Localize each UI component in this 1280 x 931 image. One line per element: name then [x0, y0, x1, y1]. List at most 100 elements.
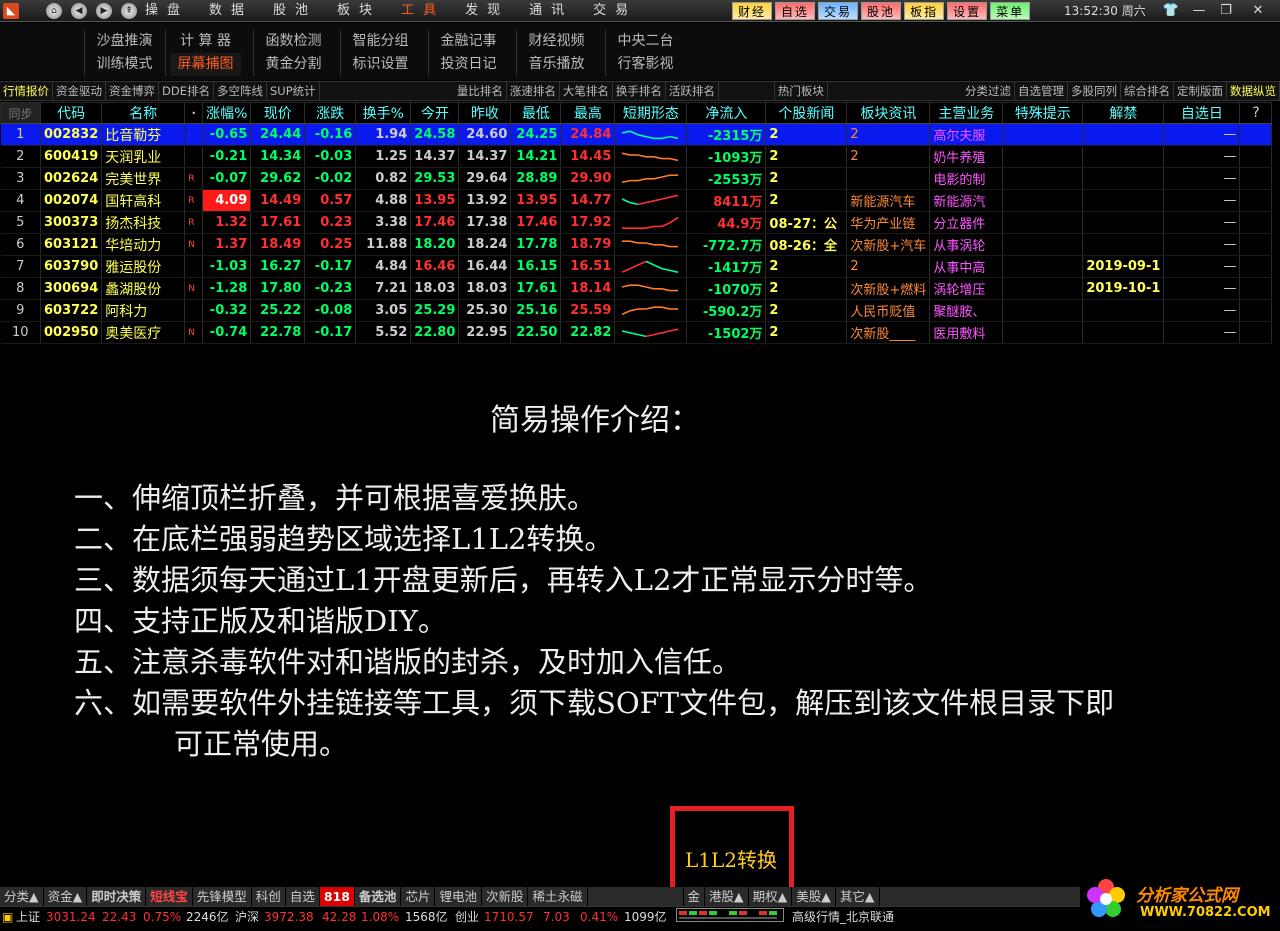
- column-header[interactable]: 换手%: [355, 102, 412, 124]
- column-header[interactable]: 涨幅%: [202, 102, 252, 124]
- bottom-tab[interactable]: 备选池: [355, 887, 402, 906]
- l1l2-switch-label[interactable]: L1L2转换: [685, 844, 777, 873]
- bottom-tab[interactable]: 即时决策: [87, 887, 147, 906]
- bottom-tab[interactable]: 次新股: [482, 887, 529, 906]
- sh-label[interactable]: 上证: [16, 909, 40, 925]
- strength-trend-bar[interactable]: [676, 908, 784, 922]
- menu-item-2[interactable]: 股池: [273, 0, 317, 22]
- bottom-tab[interactable]: 港股▲: [705, 887, 749, 906]
- column-header[interactable]: 最低: [510, 102, 562, 124]
- tab-mid-4[interactable]: 活跃排名: [666, 82, 719, 100]
- tab-mid-0[interactable]: 量比排名: [454, 82, 507, 100]
- column-header[interactable]: 名称: [101, 102, 186, 124]
- tab-left-5[interactable]: SUP统计: [267, 82, 320, 100]
- quick-button-4[interactable]: 板指: [904, 2, 945, 20]
- column-header[interactable]: 个股新闻: [765, 102, 848, 124]
- tool-item[interactable]: 黄金分割: [254, 53, 333, 76]
- sz-label[interactable]: 沪深: [235, 909, 259, 925]
- menu-item-3[interactable]: 板块: [337, 0, 381, 22]
- bottom-tab[interactable]: 金: [684, 887, 706, 906]
- table-row[interactable]: 4 002074 国轩高科 R 4.09 14.49 0.57 4.88 13.95 13.92 1…: [0, 189, 1273, 212]
- tab-right-3[interactable]: 综合排名: [1121, 82, 1175, 100]
- column-header[interactable]: 涨跌: [304, 102, 357, 124]
- collapse-icon[interactable]: ⇞: [121, 3, 137, 19]
- table-row[interactable]: 5 300373 扬杰科技 R 1.32 17.61 0.23 3.38 17.46 17.38 1…: [0, 211, 1273, 234]
- menu-item-7[interactable]: 交易: [593, 0, 637, 22]
- tool-item[interactable]: 中央二台: [606, 30, 685, 53]
- bottom-tab[interactable]: 芯片: [401, 887, 436, 906]
- quick-button-6[interactable]: 菜单: [990, 2, 1031, 20]
- feed-label[interactable]: 高级行情_北京联通: [792, 909, 894, 925]
- quick-button-2[interactable]: 交易: [818, 2, 859, 20]
- bottom-tab[interactable]: 先锋模型: [193, 887, 252, 906]
- home-icon[interactable]: ⌂: [46, 3, 62, 19]
- tab-right-2[interactable]: 多股同列: [1068, 82, 1122, 100]
- quick-button-5[interactable]: 设置: [947, 2, 988, 20]
- bottom-tab[interactable]: 818: [319, 887, 355, 906]
- tool-item[interactable]: 屏幕捕图: [170, 53, 241, 76]
- tool-item[interactable]: 音乐播放: [517, 53, 596, 76]
- table-row[interactable]: 9 603722 阿科力 -0.32 25.22 -0.08 3.05 25.29 25.30 2…: [0, 299, 1273, 322]
- column-header[interactable]: 净流入: [686, 102, 767, 124]
- table-row[interactable]: 10 002950 奥美医疗 N -0.74 22.78 -0.17 5.52 22.80 22.…: [0, 321, 1273, 344]
- table-row[interactable]: 8 300694 蠡湖股份 N -1.28 17.80 -0.23 7.21 18.03 18.0…: [0, 277, 1273, 300]
- column-header[interactable]: 板块资讯: [846, 102, 931, 124]
- tab-right-5[interactable]: 数据纵览: [1227, 82, 1280, 100]
- tool-item[interactable]: 财经视频: [517, 30, 596, 53]
- tab-left-3[interactable]: DDE排名: [159, 82, 214, 100]
- tab-left-1[interactable]: 资金驱动: [53, 82, 106, 100]
- tab-left-2[interactable]: 资金博弈: [106, 82, 159, 100]
- column-header[interactable]: 代码: [39, 102, 103, 124]
- table-row[interactable]: 6 603121 华培动力 N 1.37 18.49 0.25 11.88 18.20 18.24…: [0, 233, 1273, 256]
- bottom-tab[interactable]: 科创: [252, 887, 286, 906]
- menu-item-6[interactable]: 通讯: [529, 0, 573, 22]
- menu-item-0[interactable]: 操盘: [145, 0, 189, 22]
- tab-right-0[interactable]: 分类过滤: [962, 82, 1016, 100]
- tab-left-0[interactable]: 行情报价: [0, 82, 53, 100]
- table-row[interactable]: 7 603790 雅运股份 -1.03 16.27 -0.17 4.84 16.46 16.44…: [0, 255, 1273, 278]
- column-header[interactable]: 主营业务: [929, 102, 1004, 124]
- column-header[interactable]: 解禁: [1082, 102, 1165, 124]
- app-logo-icon[interactable]: ◣: [3, 3, 19, 19]
- quick-button-0[interactable]: 财经: [732, 2, 773, 20]
- column-header[interactable]: 特殊提示: [1002, 102, 1084, 124]
- tab-right-4[interactable]: 定制版面: [1174, 82, 1228, 100]
- maximize-icon[interactable]: ❐: [1215, 1, 1237, 21]
- tab-right-1[interactable]: 自选管理: [1015, 82, 1069, 100]
- skin-icon[interactable]: 👕: [1160, 1, 1182, 21]
- minimize-icon[interactable]: —: [1188, 1, 1210, 21]
- column-header[interactable]: 最高: [560, 102, 616, 124]
- cy-label[interactable]: 创业: [455, 909, 479, 925]
- bottom-tab[interactable]: 资金▲: [44, 887, 88, 906]
- tool-item[interactable]: 训练模式: [85, 53, 164, 76]
- tool-item[interactable]: 金融记事: [429, 30, 508, 53]
- column-header[interactable]: 今开: [410, 102, 460, 124]
- close-icon[interactable]: ✕: [1247, 1, 1269, 21]
- tab-left-4[interactable]: 多空阵线: [214, 82, 267, 100]
- column-header[interactable]: 现价: [250, 102, 306, 124]
- table-row[interactable]: 1 002832 比音勒芬 · -0.65 24.44 -0.16 1.94 24.58 24.6…: [0, 123, 1273, 146]
- column-header[interactable]: 自选日: [1163, 102, 1241, 124]
- bottom-tab[interactable]: 锂电池: [435, 887, 482, 906]
- bottom-tab[interactable]: 期权▲: [749, 887, 793, 906]
- forward-icon[interactable]: ▶: [96, 3, 112, 19]
- column-header[interactable]: 短期形态: [614, 102, 688, 124]
- tab-mid-6[interactable]: 热门板块: [775, 82, 828, 100]
- table-row[interactable]: 3 002624 完美世界 R -0.07 29.62 -0.02 0.82 29.53 29.6…: [0, 167, 1273, 190]
- tool-item[interactable]: 标识设置: [341, 53, 420, 76]
- bottom-tab[interactable]: 短线宝: [146, 887, 193, 906]
- menu-item-5[interactable]: 发现: [465, 0, 509, 22]
- column-header[interactable]: ?: [1239, 102, 1273, 124]
- tool-item[interactable]: 智能分组: [341, 30, 420, 53]
- tool-item[interactable]: 投资日记: [429, 53, 508, 76]
- bottom-tab[interactable]: 稀土永磁: [528, 887, 588, 906]
- bottom-tab[interactable]: 分类▲: [0, 887, 44, 906]
- quick-button-3[interactable]: 股池: [861, 2, 902, 20]
- bottom-tab[interactable]: 其它▲: [836, 887, 880, 906]
- table-row[interactable]: 2 600419 天润乳业 -0.21 14.34 -0.03 1.25 14.37 14.37…: [0, 145, 1273, 168]
- menu-item-1[interactable]: 数据: [209, 0, 253, 22]
- tab-mid-1[interactable]: 涨速排名: [507, 82, 560, 100]
- tab-mid-2[interactable]: 大笔排名: [560, 82, 613, 100]
- sync-corner[interactable]: 同步: [0, 102, 41, 124]
- back-icon[interactable]: ◀: [71, 3, 87, 19]
